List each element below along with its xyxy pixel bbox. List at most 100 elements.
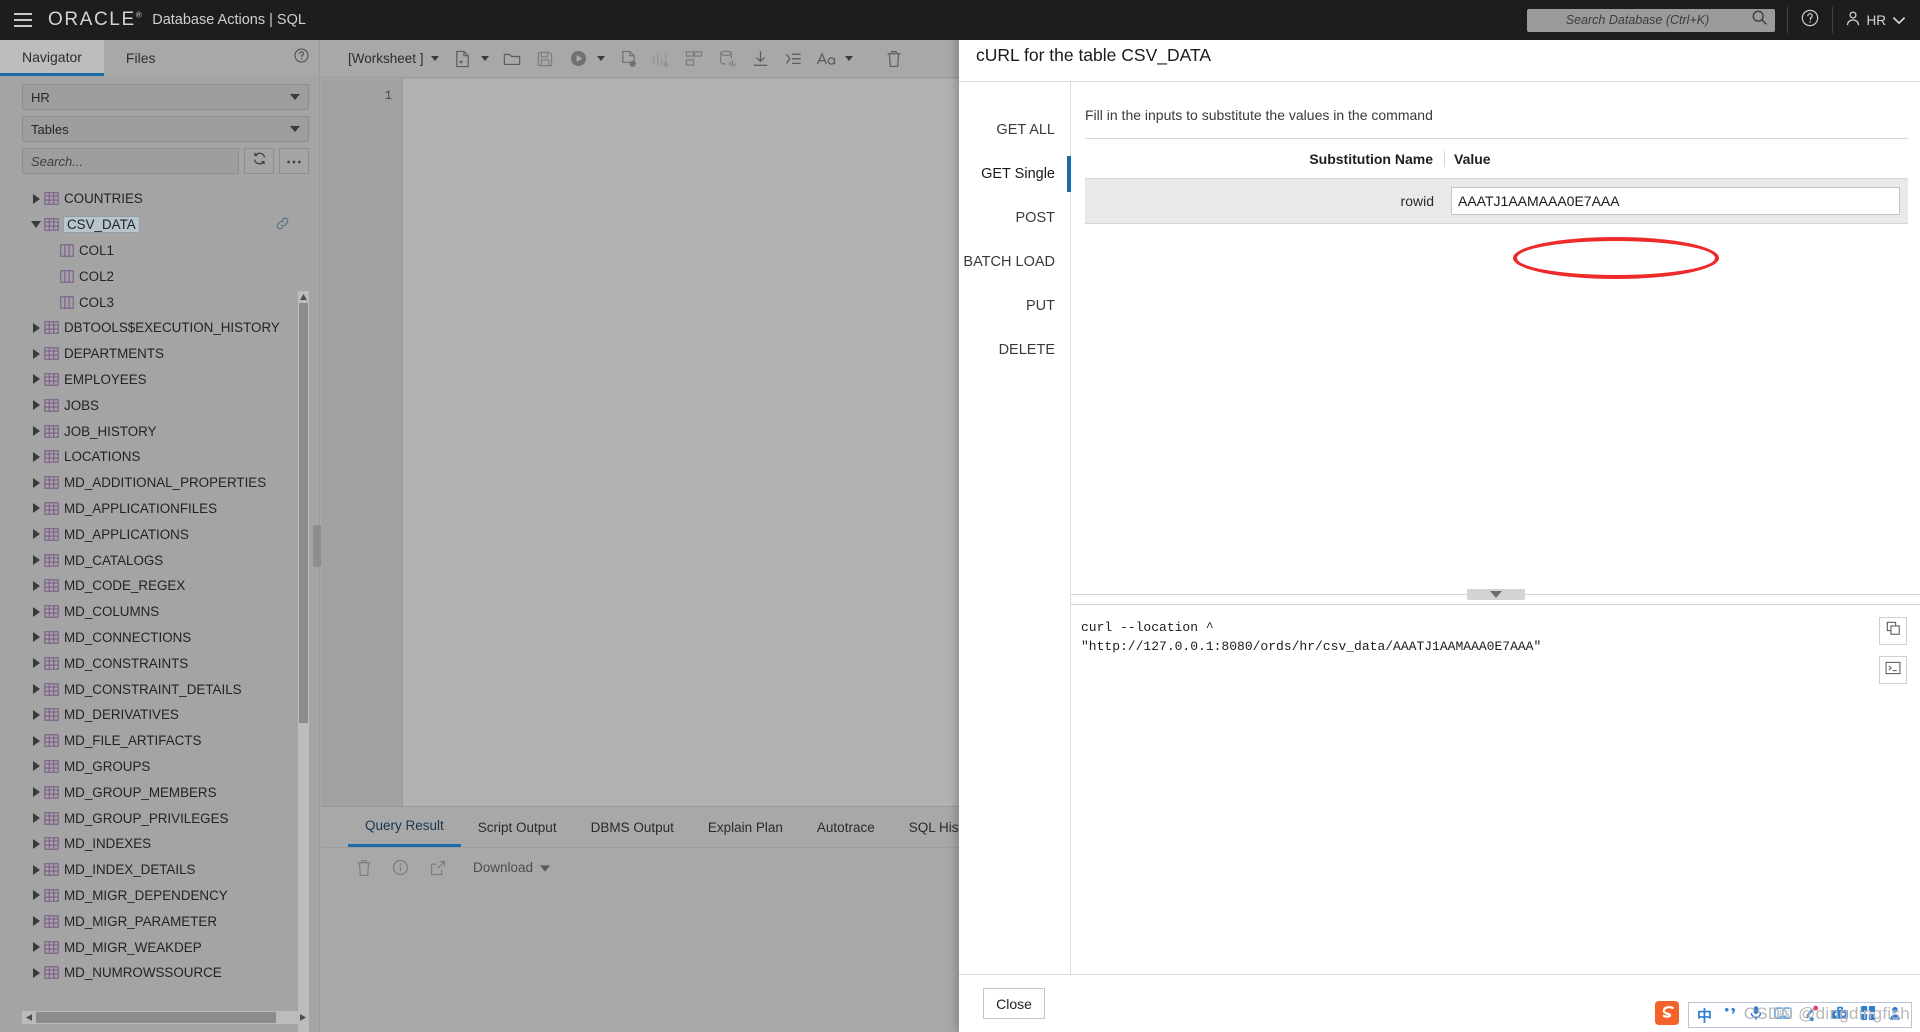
tree-expand-arrow-icon[interactable] [28, 400, 44, 411]
tree-expand-arrow-icon[interactable] [28, 477, 44, 488]
tree-expand-arrow-icon[interactable] [28, 374, 44, 385]
new-worksheet-chevron-icon[interactable] [480, 56, 489, 61]
tree-expand-arrow-icon[interactable] [28, 942, 44, 952]
tab-query-result[interactable]: Query Result [348, 807, 461, 847]
tab-script-output[interactable]: Script Output [461, 807, 574, 847]
tree-node[interactable]: MD_COLUMNS [22, 599, 295, 625]
tree-node[interactable]: MD_FILE_ARTIFACTS [22, 728, 295, 754]
database-stats-icon[interactable] [712, 44, 743, 74]
tree-expand-arrow-icon[interactable] [28, 684, 44, 695]
tree-node[interactable]: MD_CODE_REGEX [22, 573, 295, 599]
tree-expand-arrow-icon[interactable] [28, 322, 44, 333]
more-options-button[interactable] [279, 148, 309, 174]
open-file-icon[interactable] [497, 44, 528, 74]
tab-dbms-output[interactable]: DBMS Output [574, 807, 691, 847]
format-icon[interactable] [778, 44, 809, 74]
sogou-logo-icon[interactable] [1654, 1000, 1679, 1030]
skin-icon[interactable] [1803, 1005, 1820, 1026]
tree-node[interactable]: DEPARTMENTS [22, 341, 295, 367]
tree-node[interactable]: MD_CONSTRAINTS [22, 650, 295, 676]
tree-expand-arrow-icon[interactable] [28, 838, 44, 849]
tree-expand-arrow-icon[interactable] [28, 529, 44, 540]
scroll-right-arrow-icon[interactable] [296, 1011, 309, 1024]
tree-node[interactable]: LOCATIONS [22, 444, 295, 470]
sidebar-splitter-handle[interactable] [313, 525, 321, 567]
delete-icon[interactable] [348, 853, 379, 883]
sidebar-help-button[interactable] [283, 40, 319, 76]
tree-expand-arrow-icon[interactable] [28, 658, 44, 669]
tree-node[interactable]: EMPLOYEES [22, 367, 295, 393]
scrollbar-thumb[interactable] [299, 303, 308, 723]
keyboard-icon[interactable] [1774, 1006, 1792, 1025]
explain-plan-icon[interactable] [646, 44, 677, 74]
hscrollbar-thumb[interactable] [36, 1012, 276, 1023]
tree-expand-arrow-icon[interactable] [28, 890, 44, 901]
tree-node[interactable]: MD_INDEXES [22, 831, 295, 857]
tree-expand-arrow-icon[interactable] [28, 813, 44, 824]
dialog-resize-divider[interactable] [1071, 589, 1920, 604]
tree-node[interactable]: MD_MIGR_PARAMETER [22, 908, 295, 934]
tree-expand-arrow-icon[interactable] [28, 503, 44, 514]
tree-node[interactable]: MD_MIGR_WEAKDEP [22, 934, 295, 960]
tree-node[interactable]: MD_DERIVATIVES [22, 702, 295, 728]
help-button[interactable] [1788, 0, 1832, 40]
tree-node[interactable]: COL3 [22, 289, 295, 315]
tree-expand-arrow-icon[interactable] [28, 426, 44, 437]
tree-node[interactable]: COL2 [22, 263, 295, 289]
tree-node[interactable]: MD_CONSTRAINT_DETAILS [22, 676, 295, 702]
tree-node[interactable]: DBTOOLS$EXECUTION_HISTORY [22, 315, 295, 341]
tree-collapse-arrow-icon[interactable] [28, 221, 44, 229]
tree-expand-arrow-icon[interactable] [28, 580, 44, 591]
tree-node[interactable]: MD_GROUP_PRIVILEGES [22, 805, 295, 831]
run-chevron-icon[interactable] [596, 56, 605, 61]
schema-select[interactable]: HR [22, 84, 309, 110]
tree-expand-arrow-icon[interactable] [28, 787, 44, 798]
sidebar-horizontal-scrollbar[interactable] [22, 1011, 309, 1024]
tree-node[interactable]: COL1 [22, 238, 295, 264]
punctuation-icon[interactable] [1723, 1006, 1738, 1025]
info-icon[interactable] [385, 853, 416, 883]
hamburger-menu-icon[interactable] [14, 13, 32, 27]
refresh-button[interactable] [244, 148, 274, 174]
object-tree-scroll-area[interactable]: COUNTRIES CSV_DATA COL1 COL2 COL3 DBTOOL… [22, 186, 309, 996]
worksheet-menu-chevron-icon[interactable] [430, 56, 439, 61]
tab-autotrace[interactable]: Autotrace [800, 807, 892, 847]
scroll-up-arrow-icon[interactable] [298, 291, 309, 303]
settings-icon[interactable] [1887, 1005, 1903, 1026]
tree-node[interactable]: MD_GROUP_MEMBERS [22, 779, 295, 805]
new-worksheet-icon[interactable] [447, 44, 478, 74]
run-script-icon[interactable] [613, 44, 644, 74]
scroll-left-arrow-icon[interactable] [22, 1011, 35, 1024]
rowid-input[interactable] [1451, 187, 1900, 215]
database-search[interactable] [1526, 8, 1775, 32]
tree-node[interactable]: MD_INDEX_DETAILS [22, 857, 295, 883]
tree-node[interactable]: MD_GROUPS [22, 754, 295, 780]
tree-expand-arrow-icon[interactable] [28, 761, 44, 772]
sidebar-tab-files[interactable]: Files [104, 40, 178, 76]
dialog-tab-get-all[interactable]: GET ALL [959, 108, 1070, 152]
substitution-value-cell[interactable] [1445, 187, 1908, 215]
tree-expand-arrow-icon[interactable] [28, 864, 44, 875]
dialog-tab-batch-load[interactable]: BATCH LOAD [959, 240, 1070, 284]
apps-icon[interactable] [1860, 1005, 1876, 1026]
sidebar-tab-navigator[interactable]: Navigator [0, 40, 104, 76]
dialog-tab-put[interactable]: PUT [959, 284, 1070, 328]
save-icon[interactable] [530, 44, 561, 74]
tree-expand-arrow-icon[interactable] [28, 451, 44, 462]
close-button[interactable]: Close [983, 988, 1045, 1019]
tree-expand-arrow-icon[interactable] [28, 709, 44, 720]
tree-expand-arrow-icon[interactable] [28, 916, 44, 927]
microphone-icon[interactable] [1749, 1005, 1763, 1026]
tree-node[interactable]: MD_APPLICATIONS [22, 521, 295, 547]
tree-node[interactable]: MD_NUMROWSSOURCE [22, 960, 295, 986]
sidebar-vertical-scrollbar[interactable] [298, 291, 309, 1032]
tree-node[interactable]: MD_CATALOGS [22, 547, 295, 573]
object-type-select[interactable]: Tables [22, 116, 309, 142]
tree-node[interactable]: MD_MIGR_DEPENDENCY [22, 883, 295, 909]
tree-expand-arrow-icon[interactable] [28, 967, 44, 978]
toolbox-icon[interactable] [1831, 1005, 1849, 1025]
copy-command-button[interactable] [1879, 617, 1907, 645]
clear-icon[interactable] [879, 44, 910, 74]
user-menu[interactable]: HR [1833, 0, 1920, 40]
tree-expand-arrow-icon[interactable] [28, 555, 44, 566]
